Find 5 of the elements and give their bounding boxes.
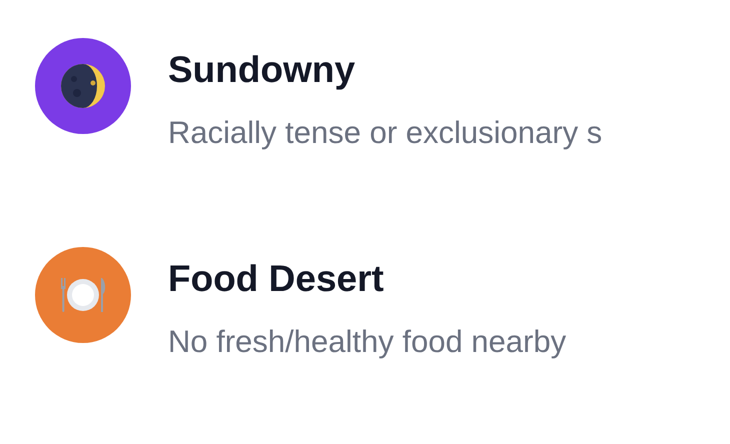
category-title: Food Desert bbox=[168, 257, 385, 301]
category-description: No fresh/healthy food nearby bbox=[168, 323, 568, 361]
moon-icon bbox=[60, 63, 106, 109]
category-title: Sundowny bbox=[168, 48, 356, 92]
category-description: Racially tense or exclusionary s bbox=[168, 114, 604, 152]
